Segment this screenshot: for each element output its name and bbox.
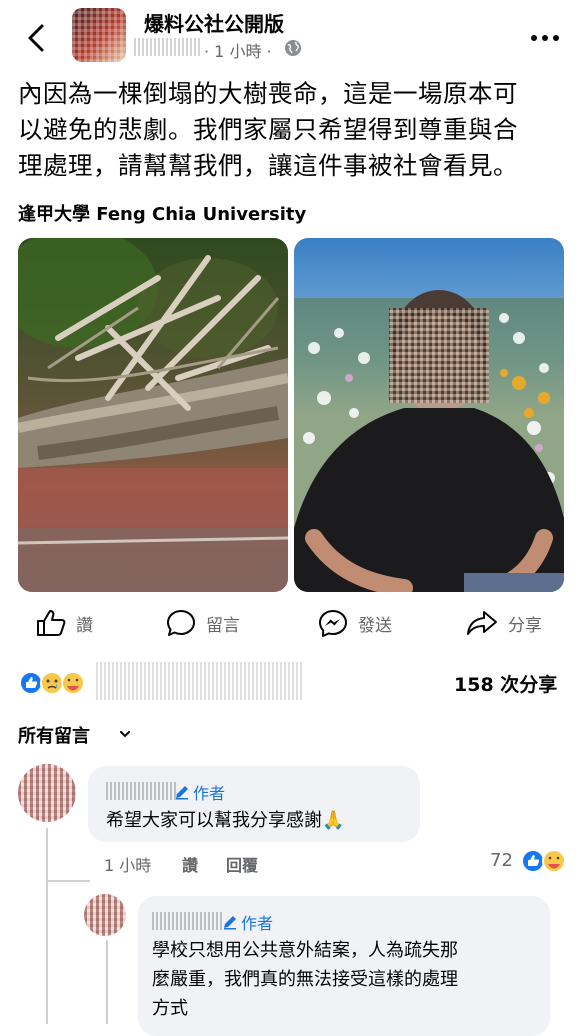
messenger-icon	[319, 610, 347, 637]
comment-reaction-count[interactable]: 72	[490, 850, 513, 871]
commenter-name-blurred[interactable]	[106, 782, 178, 800]
send-label: 發送	[358, 615, 392, 636]
like-reaction-icon	[19, 671, 43, 695]
comments-filter[interactable]: 所有留言	[18, 722, 90, 748]
author-badge: 作者	[222, 910, 273, 934]
reply-bubble: 作者 學校只想用公共意外結案，人為疏失那 麼嚴重，我們真的無法接受這樣的處理 方…	[138, 896, 550, 1036]
globe-icon	[284, 39, 302, 57]
comment-bubble-icon	[167, 610, 195, 636]
author-badge-label: 作者	[241, 914, 274, 933]
reply-commenter-name-blurred[interactable]	[152, 912, 222, 930]
share-button[interactable]: 分享	[466, 606, 542, 640]
poster-name-blurred[interactable]	[134, 38, 200, 56]
comment-reply-link[interactable]: 回覆	[226, 852, 258, 876]
send-button[interactable]: 發送	[318, 606, 392, 640]
reactor-names-blurred[interactable]	[96, 662, 304, 700]
reply-thread-line	[106, 940, 108, 1024]
post-timestamp: · 1 小時 ·	[204, 42, 272, 61]
victim-photo[interactable]	[294, 238, 564, 592]
comment-label: 留言	[206, 615, 240, 636]
share-count[interactable]: 158 次分享	[454, 670, 557, 697]
author-badge: 作者	[174, 780, 225, 804]
thread-connector	[46, 880, 90, 882]
thumbs-up-icon	[37, 610, 66, 636]
like-reaction-icon	[521, 849, 545, 873]
group-name[interactable]: 爆料公社公開版	[144, 8, 284, 37]
back-arrow-icon[interactable]	[22, 20, 52, 56]
like-button[interactable]: 讚	[36, 606, 93, 640]
comment-bubble: 作者 希望大家可以幫我分享感謝🙏	[88, 766, 420, 842]
share-label: 分享	[508, 615, 542, 636]
commenter-avatar[interactable]	[18, 764, 76, 822]
reply-text: 學校只想用公共意外結案，人為疏失那 麼嚴重，我們真的無法接受這樣的處理 方式	[152, 936, 544, 1023]
fallen-tree-photo[interactable]	[18, 238, 288, 592]
comment-time: 1 小時	[104, 856, 152, 875]
post-body: 內因為一棵倒塌的大樹喪命，這是一場原本可 以避免的悲劇。我們家屬只希望得到尊重與…	[18, 76, 566, 184]
pencil-icon	[224, 916, 236, 930]
comment-text: 希望大家可以幫我分享感謝🙏	[106, 810, 345, 831]
care-reaction-icon	[61, 671, 85, 695]
comment-reactions[interactable]	[520, 848, 570, 874]
reply-commenter-avatar[interactable]	[84, 894, 126, 936]
thread-line	[46, 828, 48, 1024]
post-text-line: 理處理，請幫幫我們，讓這件事被社會看見。	[18, 151, 518, 180]
care-reaction-icon	[542, 849, 566, 873]
reaction-summary[interactable]	[18, 670, 98, 696]
chevron-down-icon[interactable]	[118, 726, 132, 740]
reply-text-line: 方式	[152, 998, 188, 1019]
sad-reaction-icon	[40, 671, 64, 695]
author-badge-label: 作者	[193, 784, 226, 803]
reply-text-line: 學校只想用公共意外結案，人為疏失那	[152, 940, 458, 961]
comment-like-link[interactable]: 讚	[182, 852, 198, 876]
more-options-icon[interactable]	[528, 26, 562, 50]
comment-button[interactable]: 留言	[166, 606, 240, 640]
reply-text-line: 麼嚴重，我們真的無法接受這樣的處理	[152, 969, 458, 990]
post-text-line: 以避免的悲劇。我們家屬只希望得到尊重與合	[18, 115, 518, 144]
pencil-icon	[176, 786, 188, 800]
share-arrow-icon	[467, 611, 497, 635]
like-label: 讚	[76, 615, 93, 636]
tagged-location[interactable]: 逢甲大學 Feng Chia University	[18, 200, 306, 226]
post-text-line: 內因為一棵倒塌的大樹喪命，這是一場原本可	[18, 79, 518, 108]
group-avatar[interactable]	[72, 8, 126, 62]
